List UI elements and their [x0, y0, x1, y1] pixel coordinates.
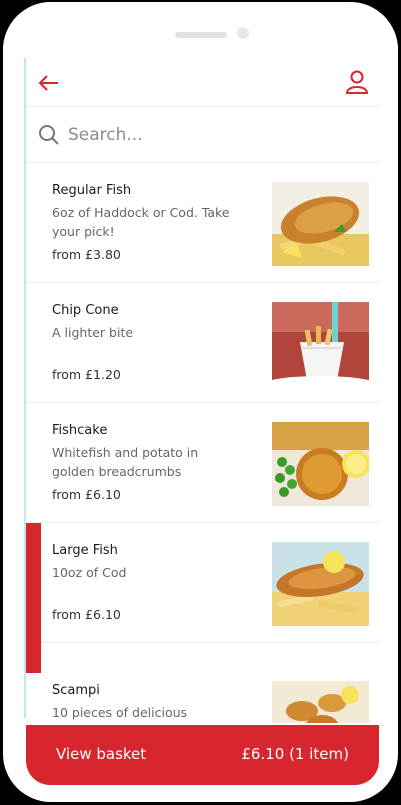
item-name: Regular Fish: [52, 183, 132, 198]
menu-list: Regular Fish 6oz of Haddock or Cod. Take…: [26, 163, 379, 723]
menu-item-scampi[interactable]: Scampi 10 pieces of delicious breaded: [26, 643, 379, 723]
item-description: 10oz of Cod: [52, 565, 127, 580]
large-fish-image: [272, 542, 369, 626]
scampi-image: [272, 681, 369, 723]
phone-notch: [3, 2, 398, 58]
front-camera: [237, 27, 249, 39]
menu-item-large-fish[interactable]: Large Fish 10oz of Cod from £6.10: [26, 523, 379, 673]
menu-item-chip-cone[interactable]: Chip Cone A lighter bite from £1.20: [26, 283, 379, 403]
fish-and-chips-image: [272, 182, 369, 266]
app-header: [26, 58, 379, 107]
user-icon[interactable]: [345, 69, 369, 95]
item-price: from £3.80: [52, 247, 121, 262]
chip-cone-image: [272, 302, 369, 386]
item-name: Scampi: [52, 683, 100, 698]
search-icon: [38, 124, 60, 146]
item-description: A lighter bite: [52, 325, 134, 340]
view-basket-button[interactable]: View basket £6.10 (1 item): [26, 725, 379, 785]
item-description: 6oz of Haddock or Cod. Take your pick!: [52, 205, 230, 239]
menu-item-fishcake[interactable]: Fishcake Whitefish and potato in golden …: [26, 403, 379, 523]
basket-label: View basket: [56, 745, 147, 763]
speaker-grille: [175, 32, 227, 38]
item-description: Whitefish and potato in golden breadcrum…: [52, 445, 199, 479]
back-arrow-icon[interactable]: [36, 70, 62, 96]
search-input[interactable]: [66, 120, 370, 150]
item-price: from £6.10: [52, 487, 121, 502]
item-price: from £6.10: [52, 607, 121, 622]
menu-item-regular-fish[interactable]: Regular Fish 6oz of Haddock or Cod. Take…: [26, 163, 379, 283]
item-name: Fishcake: [52, 423, 108, 438]
phone-frame: Regular Fish 6oz of Haddock or Cod. Take…: [3, 2, 398, 802]
item-description: 10 pieces of delicious breaded: [52, 705, 188, 720]
fishcake-image: [272, 422, 369, 506]
item-name: Large Fish: [52, 543, 118, 558]
item-price: from £1.20: [52, 367, 121, 382]
item-name: Chip Cone: [52, 303, 119, 318]
basket-total: £6.10 (1 item): [241, 745, 349, 763]
search-bar: [26, 106, 379, 163]
